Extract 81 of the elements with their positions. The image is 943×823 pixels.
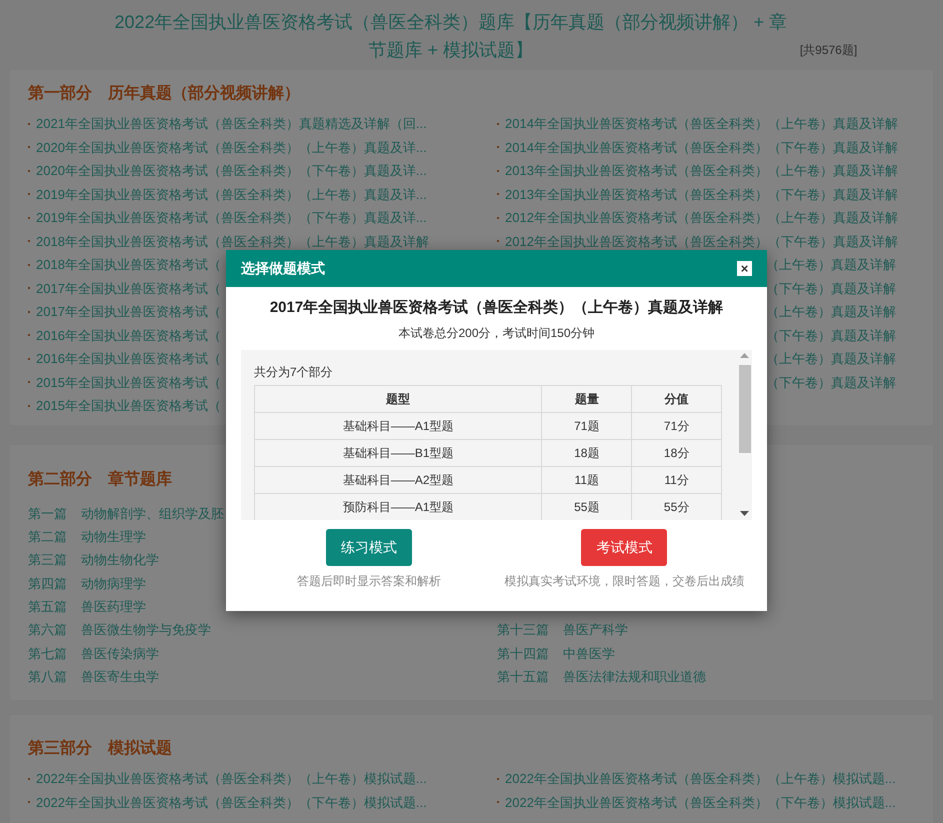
dialog-title: 选择做题模式	[241, 259, 325, 278]
page-title: 2022年全国执业兽医资格考试（兽医全科类）题库【历年真题（部分视频讲解） + 章节题库 + 模拟试题】	[114, 11, 788, 62]
table-cell: 11题	[542, 466, 632, 493]
chapter-number[interactable]: 第一篇	[28, 504, 67, 524]
table-cell: 基础科目——B1型题	[254, 439, 542, 466]
paper-link[interactable]: 2018年全国执业兽医资格考试（	[36, 255, 221, 274]
table-cell: 71分	[632, 412, 722, 439]
chapter-link[interactable]: 动物生理学	[81, 527, 146, 547]
paper-link[interactable]: 2016年全国执业兽医资格考试（	[36, 349, 221, 368]
paper-link[interactable]: 2015年全国执业兽医资格考试（	[36, 396, 221, 416]
paper-link[interactable]: 2019年全国执业兽医资格考试（兽医全科类）（上午卷）真题及详...	[36, 184, 427, 204]
paper-link[interactable]: 2022年全国执业兽医资格考试（兽医全科类）（下午卷）模拟试题...	[36, 792, 427, 812]
paper-link[interactable]: 2013年全国执业兽医资格考试（兽医全科类）（下午卷）真题及详解	[505, 184, 898, 204]
paper-link[interactable]: （下午卷）真题及详解	[766, 278, 896, 298]
scroll-down-icon[interactable]	[740, 510, 749, 516]
chapter-link[interactable]: 兽医法律法规和职业道德	[563, 666, 706, 686]
paper-link[interactable]: 2022年全国执业兽医资格考试（兽医全科类）（上午卷）模拟试题...	[505, 769, 896, 788]
chapter-link[interactable]: 中兽医学	[563, 644, 615, 664]
paper-link[interactable]: 2017年全国执业兽医资格考试（	[36, 302, 221, 322]
paper-link[interactable]: 2022年全国执业兽医资格考试（兽医全科类）（下午卷）模拟试题...	[505, 792, 896, 812]
paper-link[interactable]: 2021年全国执业兽医资格考试（兽医全科类）真题精选及详解（回...	[36, 114, 427, 134]
chapter-number[interactable]: 第十三篇	[497, 620, 549, 640]
paper-link[interactable]: 2013年全国执业兽医资格考试（兽医全科类）（上午卷）真题及详解	[505, 161, 898, 180]
section-heading: 第一部分 历年真题（部分视频讲解）	[28, 83, 300, 104]
chapter-number[interactable]: 第八篇	[28, 666, 67, 686]
chapter-link[interactable]: 动物解剖学、组织学及胚	[81, 504, 224, 524]
paper-link[interactable]: 2017年全国执业兽医资格考试（	[36, 278, 221, 298]
paper-link[interactable]: 2012年全国执业兽医资格考试（兽医全科类）（上午卷）真题及详解	[505, 208, 898, 228]
chapter-number[interactable]: 第六篇	[28, 620, 67, 640]
chapter-link[interactable]: 动物生物化学	[81, 550, 159, 570]
section-heading: 第二部分 章节题库	[28, 469, 172, 490]
chapter-number[interactable]: 第三篇	[28, 550, 67, 570]
table-cell: 71题	[542, 412, 632, 439]
chapter-link[interactable]: 动物病理学	[81, 574, 146, 594]
paper-link[interactable]: 2022年全国执业兽医资格考试（兽医全科类）（上午卷）模拟试题...	[36, 769, 427, 788]
chapter-number[interactable]: 第十四篇	[497, 644, 549, 664]
chapter-number[interactable]: 第二篇	[28, 527, 67, 547]
mode-caption: 答题后即时显示答案和解析	[296, 572, 441, 590]
chapter-link[interactable]: 兽医微生物学与免疫学	[81, 620, 211, 640]
parts-note: 共分为7个部分	[254, 364, 334, 380]
mode-caption: 模拟真实考试环境，限时答题，交卷后出成绩	[504, 572, 744, 590]
paper-link[interactable]: 2020年全国执业兽医资格考试（兽医全科类）（下午卷）真题及详...	[36, 161, 427, 180]
mode-button[interactable]: 考试模式	[581, 528, 668, 566]
paper-link[interactable]: 2019年全国执业兽医资格考试（兽医全科类）（下午卷）真题及详...	[36, 208, 427, 228]
table-cell: 预防科目——A1型题	[254, 493, 542, 520]
paper-link[interactable]: （上午卷）真题及详解	[766, 302, 896, 322]
question-count: [共9576题]	[800, 42, 858, 59]
table-cell: 基础科目——A1型题	[254, 412, 542, 439]
scroll-up-icon[interactable]	[740, 352, 749, 358]
scroll-thumb[interactable]	[738, 364, 750, 452]
column-header: 题型	[254, 385, 542, 412]
section-heading: 第三部分 模拟试题	[28, 738, 172, 759]
paper-link[interactable]: （下午卷）真题及详解	[766, 372, 896, 392]
paper-link[interactable]: 2018年全国执业兽医资格考试（兽医全科类）（上午卷）真题及详解	[36, 232, 429, 251]
mode-button[interactable]: 练习模式	[326, 528, 412, 566]
table-cell: 11分	[632, 466, 722, 493]
paper-link[interactable]: 2015年全国执业兽医资格考试（	[36, 372, 221, 392]
table-cell: 18分	[632, 439, 722, 466]
paper-link[interactable]: 2020年全国执业兽医资格考试（兽医全科类）（上午卷）真题及详...	[36, 138, 427, 157]
paper-link[interactable]: 2014年全国执业兽医资格考试（兽医全科类）（下午卷）真题及详解	[505, 138, 898, 157]
paper-link[interactable]: 2012年全国执业兽医资格考试（兽医全科类）（下午卷）真题及详解	[505, 232, 898, 251]
paper-link[interactable]: 2016年全国执业兽医资格考试（	[36, 326, 221, 345]
table-cell: 18题	[542, 439, 632, 466]
table-cell: 基础科目——A2型题	[254, 466, 542, 493]
close-button[interactable]: ×	[737, 261, 752, 276]
chapter-number[interactable]: 第五篇	[28, 597, 67, 617]
column-header: 分值	[632, 385, 722, 412]
paper-title: 2017年全国执业兽医资格考试（兽医全科类）（上午卷）真题及详解	[270, 298, 724, 318]
chapter-link[interactable]: 兽医药理学	[81, 597, 146, 617]
paper-link[interactable]: 2014年全国执业兽医资格考试（兽医全科类）（上午卷）真题及详解	[505, 114, 898, 134]
paper-link[interactable]: （上午卷）真题及详解	[766, 349, 896, 368]
paper-link[interactable]: （上午卷）真题及详解	[766, 255, 896, 274]
chapter-number[interactable]: 第十五篇	[497, 666, 549, 686]
column-header: 题量	[542, 385, 632, 412]
chapter-link[interactable]: 兽医产科学	[563, 620, 628, 640]
paper-summary: 本试卷总分200分，考试时间150分钟	[398, 324, 595, 342]
chapter-number[interactable]: 第七篇	[28, 644, 67, 664]
paper-link[interactable]: （下午卷）真题及详解	[766, 326, 896, 345]
chapter-number[interactable]: 第四篇	[28, 574, 67, 594]
chapter-link[interactable]: 兽医传染病学	[81, 644, 159, 664]
chapter-link[interactable]: 兽医寄生虫学	[81, 666, 159, 686]
